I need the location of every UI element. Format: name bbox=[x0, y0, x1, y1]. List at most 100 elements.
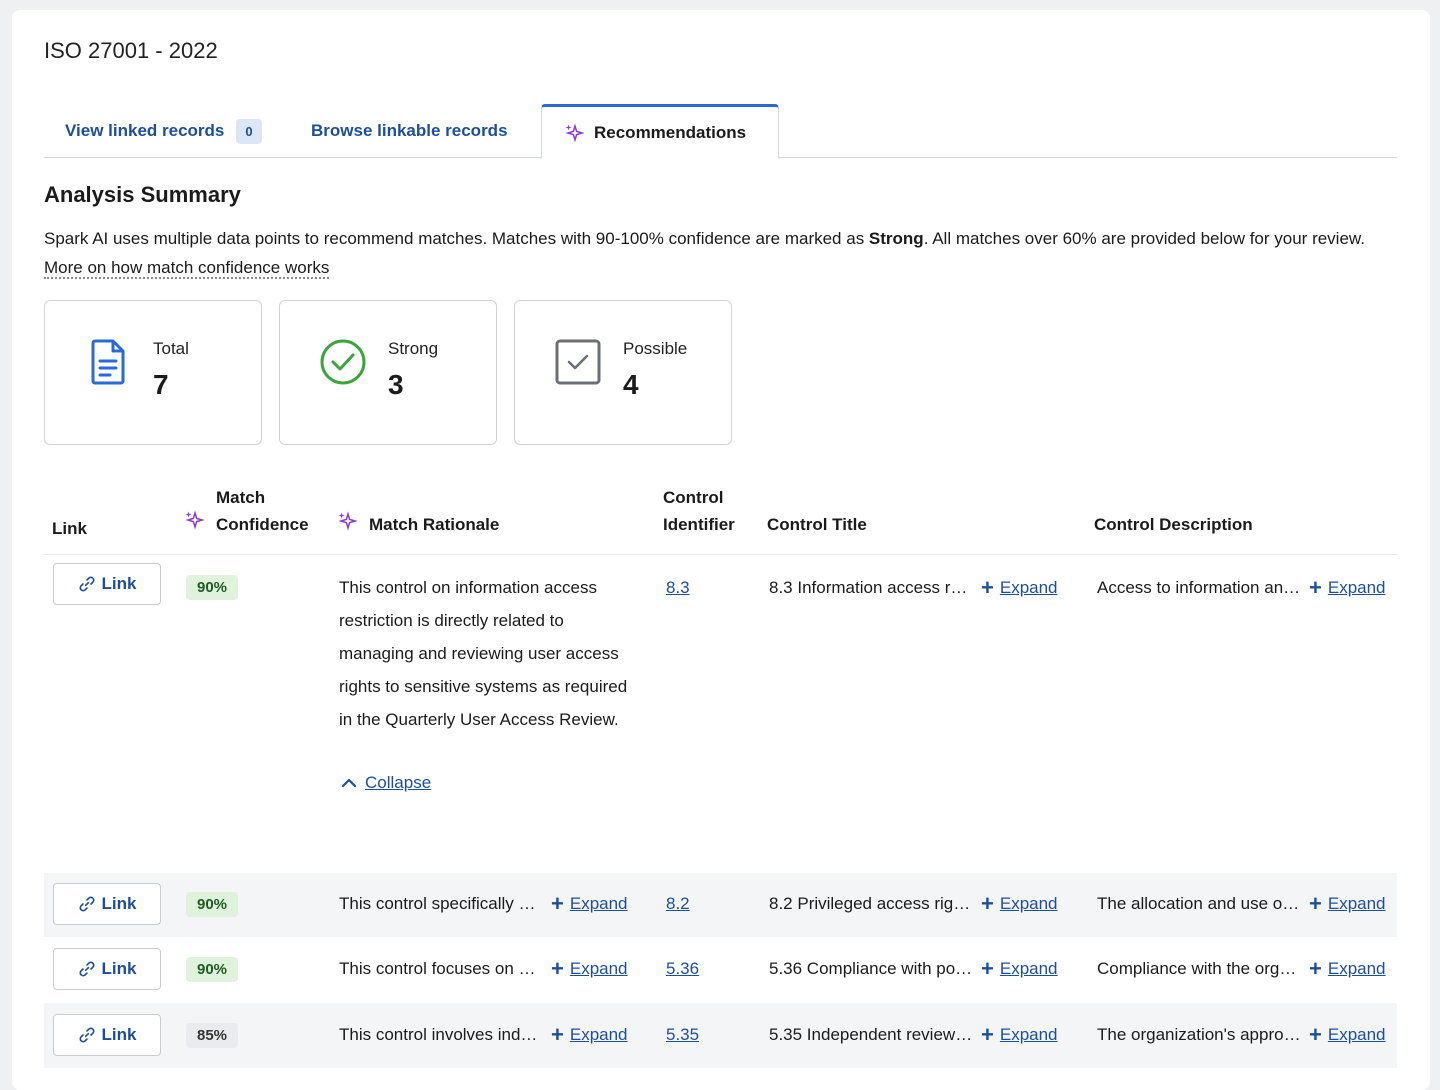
expand-rationale-button[interactable]: + Expand bbox=[551, 1024, 628, 1046]
expand-label: Expand bbox=[569, 1025, 628, 1044]
expand-description-button[interactable]: + Expand bbox=[1309, 893, 1386, 915]
expand-title-button[interactable]: + Expand bbox=[981, 893, 1058, 915]
plus-icon: + bbox=[551, 956, 564, 981]
chevron-up-icon bbox=[341, 778, 357, 788]
link-button[interactable]: Link bbox=[53, 563, 161, 605]
plus-icon: + bbox=[551, 1022, 564, 1047]
match-rationale-text: This control focuses on compliance bbox=[339, 959, 541, 978]
confidence-badge: 90% bbox=[186, 957, 239, 982]
control-identifier-link[interactable]: 8.2 bbox=[666, 894, 690, 914]
chain-link-icon bbox=[79, 896, 94, 912]
match-rationale-text: This control on information access restr… bbox=[339, 578, 628, 729]
table-row: Link 90% This control on information acc… bbox=[44, 555, 1397, 873]
expand-label: Expand bbox=[999, 578, 1058, 597]
link-button[interactable]: Link bbox=[53, 948, 161, 990]
sparkle-icon bbox=[565, 122, 584, 143]
expand-label: Expand bbox=[999, 1025, 1058, 1044]
page-title: ISO 27001 - 2022 bbox=[44, 38, 218, 63]
plus-icon: + bbox=[1309, 956, 1322, 981]
desc-strong: Strong bbox=[868, 229, 924, 248]
stat-value: 3 bbox=[388, 369, 404, 400]
tab-label: Browse linkable records bbox=[311, 121, 508, 140]
header-text: Identifier bbox=[663, 515, 735, 534]
expand-description-button[interactable]: + Expand bbox=[1309, 958, 1386, 980]
plus-icon: + bbox=[981, 575, 994, 600]
control-title-text: 8.3 Information access restriction bbox=[769, 578, 974, 597]
plus-icon: + bbox=[981, 1022, 994, 1047]
column-header-control-identifier[interactable]: Control Identifier bbox=[663, 484, 735, 538]
match-rationale-text: This control involves independent review bbox=[339, 1025, 541, 1044]
expand-label: Expand bbox=[1327, 959, 1386, 978]
column-header-link: Link bbox=[52, 519, 87, 538]
control-identifier-link[interactable]: 5.35 bbox=[666, 1025, 699, 1045]
expand-rationale-button[interactable]: + Expand bbox=[551, 893, 628, 915]
confidence-badge: 90% bbox=[186, 892, 239, 917]
table-row: Link 90% This control specifically addre… bbox=[44, 873, 1397, 937]
tab-view-linked-records[interactable]: View linked records 0 bbox=[65, 104, 262, 158]
desc-text: Spark AI uses multiple data points to re… bbox=[44, 229, 869, 248]
tab-label: View linked records bbox=[65, 121, 225, 140]
expand-label: Expand bbox=[999, 959, 1058, 978]
control-description-text: The organization's approach to managing … bbox=[1097, 1025, 1302, 1044]
tab-label: Recommendations bbox=[594, 122, 747, 142]
tab-browse-linkable-records[interactable]: Browse linkable records bbox=[311, 104, 508, 158]
analysis-summary-title: Analysis Summary bbox=[44, 182, 241, 207]
expand-description-button[interactable]: + Expand bbox=[1309, 1024, 1386, 1046]
column-header-control-title[interactable]: Control Title bbox=[767, 511, 867, 538]
control-title-text: 5.35 Independent review of information s… bbox=[769, 1025, 974, 1044]
plus-icon: + bbox=[981, 956, 994, 981]
expand-title-button[interactable]: + Expand bbox=[981, 958, 1058, 980]
expand-label: Expand bbox=[999, 894, 1058, 913]
control-title-text: 5.36 Compliance with policies bbox=[769, 959, 974, 978]
expand-label: Expand bbox=[569, 894, 628, 913]
main-card: ISO 27001 - 2022 View linked records 0 B… bbox=[12, 10, 1430, 1090]
control-identifier-link[interactable]: 5.36 bbox=[666, 959, 699, 979]
expand-rationale-button[interactable]: + Expand bbox=[551, 958, 628, 980]
checkbox-icon bbox=[555, 339, 601, 385]
expand-label: Expand bbox=[569, 959, 628, 978]
chain-link-icon bbox=[79, 1027, 94, 1043]
control-description-text: Compliance with the organization's polic… bbox=[1097, 959, 1302, 978]
control-description-text: Access to information and other associat… bbox=[1097, 578, 1302, 597]
column-header-match-rationale[interactable]: Match Rationale bbox=[337, 511, 499, 538]
collapse-rationale-button[interactable]: Collapse bbox=[341, 773, 431, 793]
match-confidence-info-link[interactable]: More on how match confidence works bbox=[44, 258, 330, 279]
plus-icon: + bbox=[1309, 575, 1322, 600]
sparkle-icon bbox=[338, 511, 357, 531]
control-title-text: 8.2 Privileged access rights bbox=[769, 894, 974, 913]
table-row: Link 90% This control focuses on complia… bbox=[44, 937, 1397, 1003]
link-button[interactable]: Link bbox=[53, 1014, 161, 1056]
link-button[interactable]: Link bbox=[53, 883, 161, 925]
link-button-label: Link bbox=[101, 894, 137, 913]
expand-description-button[interactable]: + Expand bbox=[1309, 577, 1386, 599]
plus-icon: + bbox=[551, 891, 564, 916]
header-text: Match Rationale bbox=[369, 515, 500, 534]
plus-icon: + bbox=[1309, 1022, 1322, 1047]
match-rationale-text: This control specifically addresses priv… bbox=[339, 894, 541, 913]
stat-label: Total bbox=[153, 339, 189, 358]
stat-card-total: Total 7 bbox=[44, 300, 262, 445]
desc-text: . All matches over 60% are provided belo… bbox=[923, 229, 1365, 248]
expand-title-button[interactable]: + Expand bbox=[981, 577, 1058, 599]
stat-value: 7 bbox=[153, 369, 169, 400]
stat-value: 4 bbox=[623, 369, 639, 400]
expand-title-button[interactable]: + Expand bbox=[981, 1024, 1058, 1046]
document-icon bbox=[91, 339, 125, 385]
header-text: Match bbox=[216, 488, 266, 507]
link-button-label: Link bbox=[101, 574, 137, 593]
header-text: Confidence bbox=[216, 515, 309, 534]
collapse-label: Collapse bbox=[365, 773, 432, 792]
header-text: Control bbox=[663, 488, 724, 507]
expand-label: Expand bbox=[1327, 578, 1386, 597]
confidence-badge: 85% bbox=[186, 1023, 239, 1048]
control-identifier-link[interactable]: 8.3 bbox=[666, 578, 690, 598]
column-header-control-description[interactable]: Control Description bbox=[1094, 511, 1253, 538]
stat-card-strong: Strong 3 bbox=[279, 300, 497, 445]
chain-link-icon bbox=[79, 961, 94, 977]
plus-icon: + bbox=[1309, 891, 1322, 916]
control-description-text: The allocation and use of privileged acc… bbox=[1097, 894, 1302, 913]
linked-count-badge: 0 bbox=[236, 118, 262, 144]
expand-label: Expand bbox=[1327, 1025, 1386, 1044]
column-header-match-confidence[interactable]: Match Confidence bbox=[184, 484, 309, 538]
tab-recommendations[interactable]: Recommendations bbox=[541, 104, 780, 159]
